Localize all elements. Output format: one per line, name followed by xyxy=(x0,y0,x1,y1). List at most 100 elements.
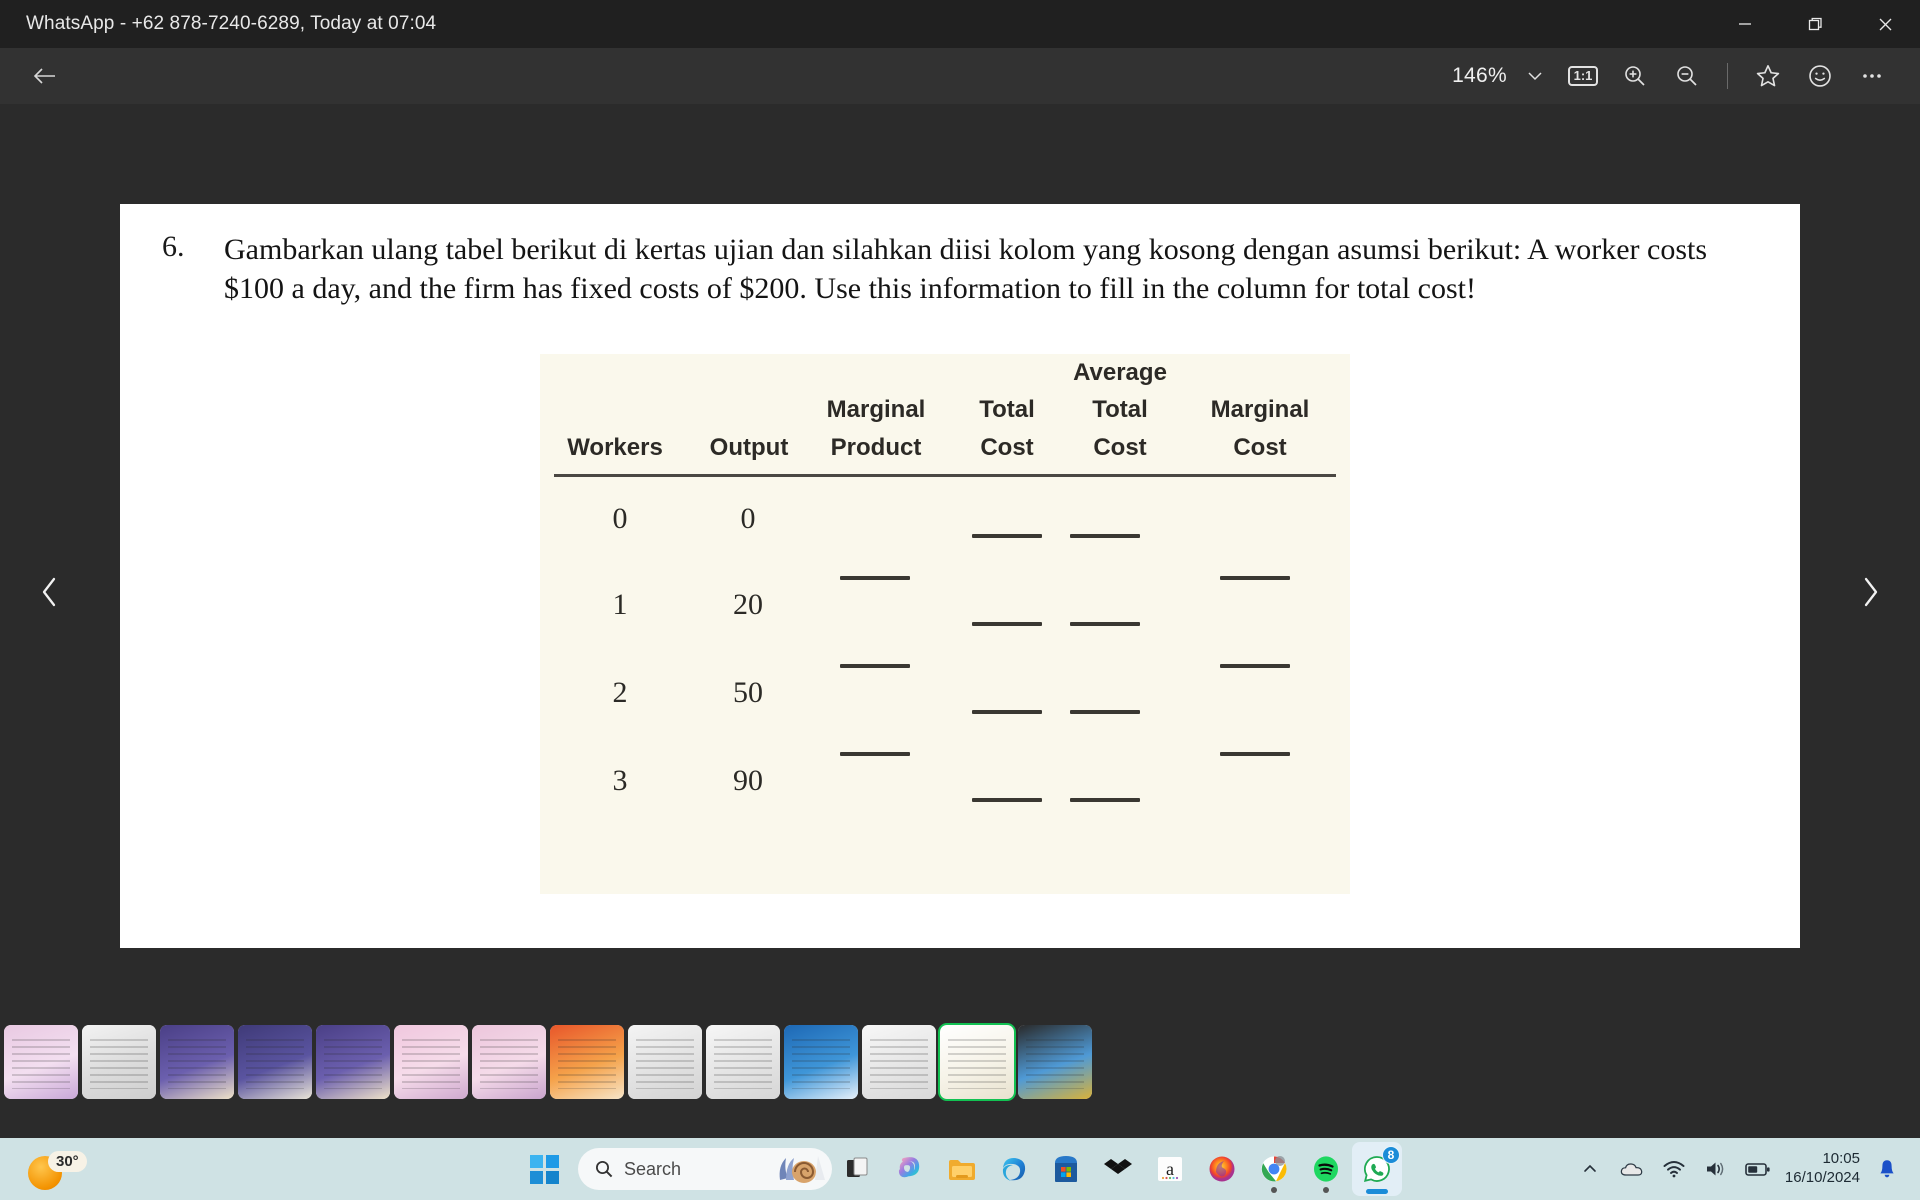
star-icon[interactable] xyxy=(1742,52,1794,100)
thumbnail-document-soal-tabel-current[interactable] xyxy=(938,1023,1016,1101)
windows-taskbar: 30° Search a 8 10:05 16/10/2024 xyxy=(0,1138,1920,1200)
blank-marginal-product-2-3[interactable] xyxy=(840,752,910,756)
svg-text:a: a xyxy=(1166,1159,1174,1179)
thumbnail-content-lines xyxy=(168,1039,226,1089)
chevron-down-icon[interactable] xyxy=(1513,52,1557,100)
toolbar-divider xyxy=(1727,63,1728,89)
thumbnail-content-lines xyxy=(402,1039,460,1089)
blank-total-cost-2[interactable] xyxy=(972,710,1042,714)
taskbar-app-dropbox[interactable] xyxy=(1092,1143,1144,1195)
search-input[interactable]: Search xyxy=(578,1148,832,1190)
blank-average-total-cost-3[interactable] xyxy=(1070,798,1140,802)
thumbnail-document-soal-list[interactable] xyxy=(862,1025,936,1099)
blank-marginal-cost-1-2[interactable] xyxy=(1220,664,1290,668)
blank-total-cost-0[interactable] xyxy=(972,534,1042,538)
thumbnail-preview xyxy=(784,1025,858,1099)
zoom-out-icon[interactable] xyxy=(1661,52,1713,100)
onedrive-cloud-icon[interactable] xyxy=(1611,1146,1653,1192)
thumbnail-poster-kompetisi-debat-1[interactable] xyxy=(160,1025,234,1099)
weather-widget[interactable]: 30° xyxy=(28,1146,101,1190)
notifications-bell-icon[interactable] xyxy=(1870,1146,1904,1192)
taskbar-app-microsoft-edge[interactable] xyxy=(988,1143,1040,1195)
blank-average-total-cost-1[interactable] xyxy=(1070,622,1140,626)
taskbar-app-copilot[interactable] xyxy=(884,1143,936,1195)
thumbnail-preview xyxy=(238,1025,312,1099)
thumbnail-document-soal-tabel[interactable] xyxy=(706,1025,780,1099)
thumbnail-preview xyxy=(940,1025,1014,1099)
blank-marginal-cost-2-3[interactable] xyxy=(1220,752,1290,756)
taskbar-app-google-chrome[interactable] xyxy=(1248,1143,1300,1195)
thumbnail-document-soal-1[interactable] xyxy=(628,1025,702,1099)
thumbnail-preview xyxy=(4,1025,78,1099)
emoji-icon[interactable] xyxy=(1794,52,1846,100)
blank-average-total-cost-0[interactable] xyxy=(1070,534,1140,538)
minimize-button[interactable] xyxy=(1710,0,1780,48)
close-button[interactable] xyxy=(1850,0,1920,48)
header-rule xyxy=(554,474,1336,477)
thumbnail-content-lines xyxy=(480,1039,538,1089)
clock[interactable]: 10:05 16/10/2024 xyxy=(1785,1150,1860,1188)
previous-image-button[interactable] xyxy=(28,570,72,614)
thumbnail-preview xyxy=(1018,1025,1092,1099)
document-image[interactable]: 6. Gambarkan ulang tabel berikut di kert… xyxy=(120,204,1800,948)
active-indicator xyxy=(1366,1189,1388,1194)
taskbar-app-whatsapp[interactable]: 8 xyxy=(1352,1142,1402,1196)
thumbnail-poster-pekan-prestasi-mahasiswa-2[interactable] xyxy=(394,1025,468,1099)
thumbnail-poster-webinar-nasional[interactable] xyxy=(784,1025,858,1099)
actual-size-label: 1:1 xyxy=(1567,65,1599,87)
clock-date: 16/10/2024 xyxy=(1784,1169,1860,1186)
thumbnail-filmstrip[interactable] xyxy=(0,1014,1920,1110)
thumbnail-poster-fotografi[interactable] xyxy=(238,1025,312,1099)
thumbnail-preview xyxy=(160,1025,234,1099)
zoom-in-icon[interactable] xyxy=(1609,52,1661,100)
question-number: 6. xyxy=(162,230,185,263)
blank-total-cost-1[interactable] xyxy=(972,622,1042,626)
thumbnail-preview xyxy=(706,1025,780,1099)
taskbar-center: Search a 8 xyxy=(518,1138,1402,1200)
thumbnail-document-screenshot-1[interactable] xyxy=(82,1025,156,1099)
restore-button[interactable] xyxy=(1780,0,1850,48)
zoom-level-value: 146% xyxy=(1452,64,1507,87)
blank-total-cost-3[interactable] xyxy=(972,798,1042,802)
thumbnail-preview xyxy=(82,1025,156,1099)
thumbnail-poster-pekan-prestasi-mahasiswa-1[interactable] xyxy=(4,1025,78,1099)
show-hidden-icons-chevron-icon[interactable] xyxy=(1569,1146,1611,1192)
taskbar-app-task-view[interactable] xyxy=(832,1143,884,1195)
blank-average-total-cost-2[interactable] xyxy=(1070,710,1140,714)
thumbnail-content-lines xyxy=(90,1039,148,1089)
back-button[interactable] xyxy=(26,58,64,94)
battery-icon[interactable] xyxy=(1737,1146,1779,1192)
thumbnail-content-lines xyxy=(714,1039,772,1089)
header-marginal-product-top: Marginal xyxy=(826,396,926,423)
cell-output-1: 20 xyxy=(733,588,763,621)
header-total-cost-top: Total xyxy=(979,396,1035,423)
blank-marginal-product-0-1[interactable] xyxy=(840,576,910,580)
next-image-button[interactable] xyxy=(1848,570,1892,614)
thumbnail-poster-kompetisi-debat-2[interactable] xyxy=(316,1025,390,1099)
document-content: 6. Gambarkan ulang tabel berikut di kert… xyxy=(120,204,1800,948)
blank-marginal-cost-0-1[interactable] xyxy=(1220,576,1290,580)
wifi-icon[interactable] xyxy=(1653,1146,1695,1192)
blank-marginal-product-1-2[interactable] xyxy=(840,664,910,668)
thumbnail-screenshot-spin-wheel[interactable] xyxy=(1018,1025,1092,1099)
thumbnail-poster-pekan-prestasi-mahasiswa-3[interactable] xyxy=(472,1025,546,1099)
thumbnail-poster-pom[interactable] xyxy=(550,1025,624,1099)
header-marginal-product-bottom: Product xyxy=(830,434,922,461)
more-options-icon[interactable] xyxy=(1846,52,1898,100)
thumbnail-preview xyxy=(862,1025,936,1099)
whatsapp-image-viewer-window: WhatsApp - +62 878-7240-6289, Today at 0… xyxy=(0,0,1920,1200)
cost-table: Workers Output Marginal Product Total Co… xyxy=(540,354,1350,894)
cell-workers-2: 2 xyxy=(612,676,628,709)
taskbar-app-firefox[interactable] xyxy=(1196,1143,1248,1195)
thumbnail-content-lines xyxy=(636,1039,694,1089)
taskbar-app-amazon[interactable]: a xyxy=(1144,1143,1196,1195)
header-workers: Workers xyxy=(567,434,663,461)
taskbar-app-microsoft-store[interactable] xyxy=(1040,1143,1092,1195)
clock-time: 10:05 xyxy=(1822,1150,1860,1168)
start-button[interactable] xyxy=(518,1143,570,1195)
thumbnail-content-lines xyxy=(870,1039,928,1089)
volume-icon[interactable] xyxy=(1695,1146,1737,1192)
taskbar-app-file-explorer[interactable] xyxy=(936,1143,988,1195)
actual-size-button[interactable]: 1:1 xyxy=(1557,52,1609,100)
taskbar-app-spotify[interactable] xyxy=(1300,1143,1352,1195)
